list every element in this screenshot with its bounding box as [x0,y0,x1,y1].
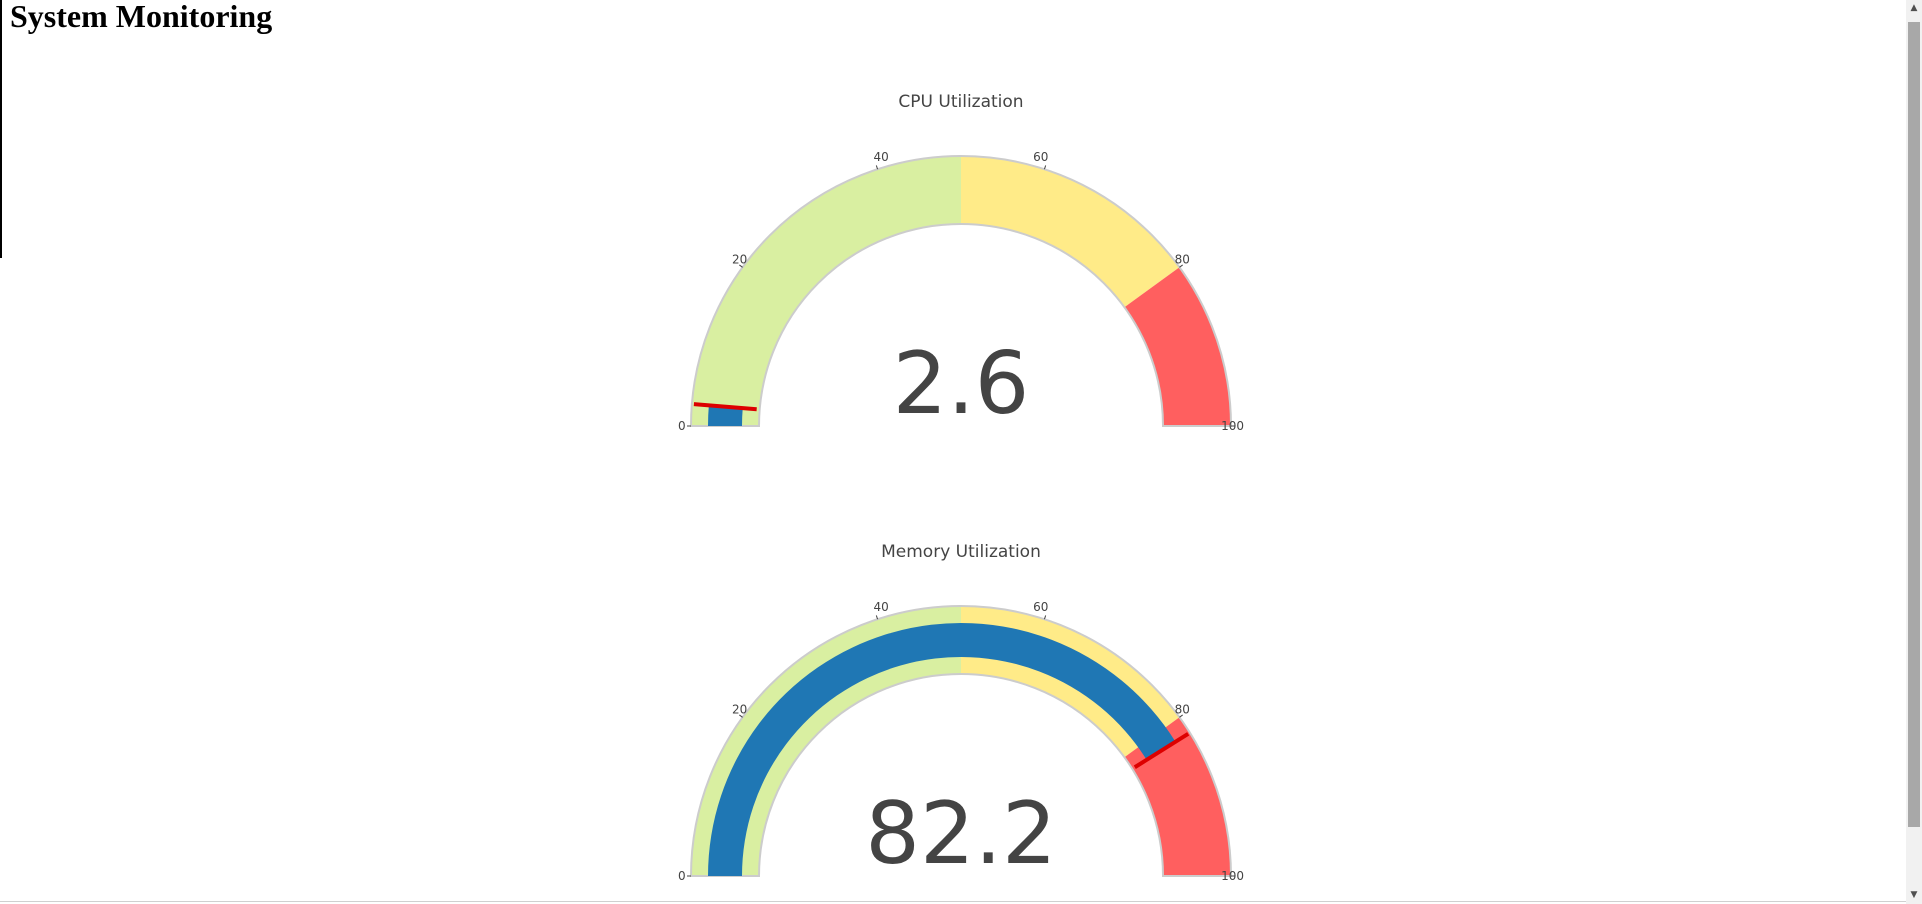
gauge-tick-label: 60 [1033,600,1048,614]
scroll-down-icon[interactable]: ▼ [1906,887,1922,904]
gauge-tick-label: 20 [732,703,747,717]
gauge-tick-label: 100 [1221,419,1244,433]
gauge-tick-label: 80 [1175,703,1190,717]
gauge-value-number: 82.2 [865,784,1056,884]
gauge-tick-label: 40 [874,600,889,614]
gauge-tick-label: 0 [678,419,686,433]
gauge-tick-label: 60 [1033,150,1048,164]
memory-gauge: Memory Utilization 0 20 40 60 80 100 82.2 [678,542,1244,884]
gauge-tick-label: 80 [1175,253,1190,267]
gauge-tick-label: 20 [732,253,747,267]
gauge-tick-label: 0 [678,869,686,883]
gauge-tick-label: 100 [1221,869,1244,883]
gauge-title: CPU Utilization [898,92,1023,112]
gauge-tick-label: 40 [874,150,889,164]
gauge-title: Memory Utilization [881,542,1041,562]
gauge-value-number: 2.6 [893,334,1030,434]
vertical-scrollbar[interactable]: ▲ ▼ [1906,0,1922,904]
bottom-border [0,901,1906,902]
scrollbar-thumb[interactable] [1908,22,1920,827]
cpu-gauge: CPU Utilization 0 20 40 60 80 100 2.6 [678,92,1244,434]
scroll-up-icon[interactable]: ▲ [1906,0,1922,17]
